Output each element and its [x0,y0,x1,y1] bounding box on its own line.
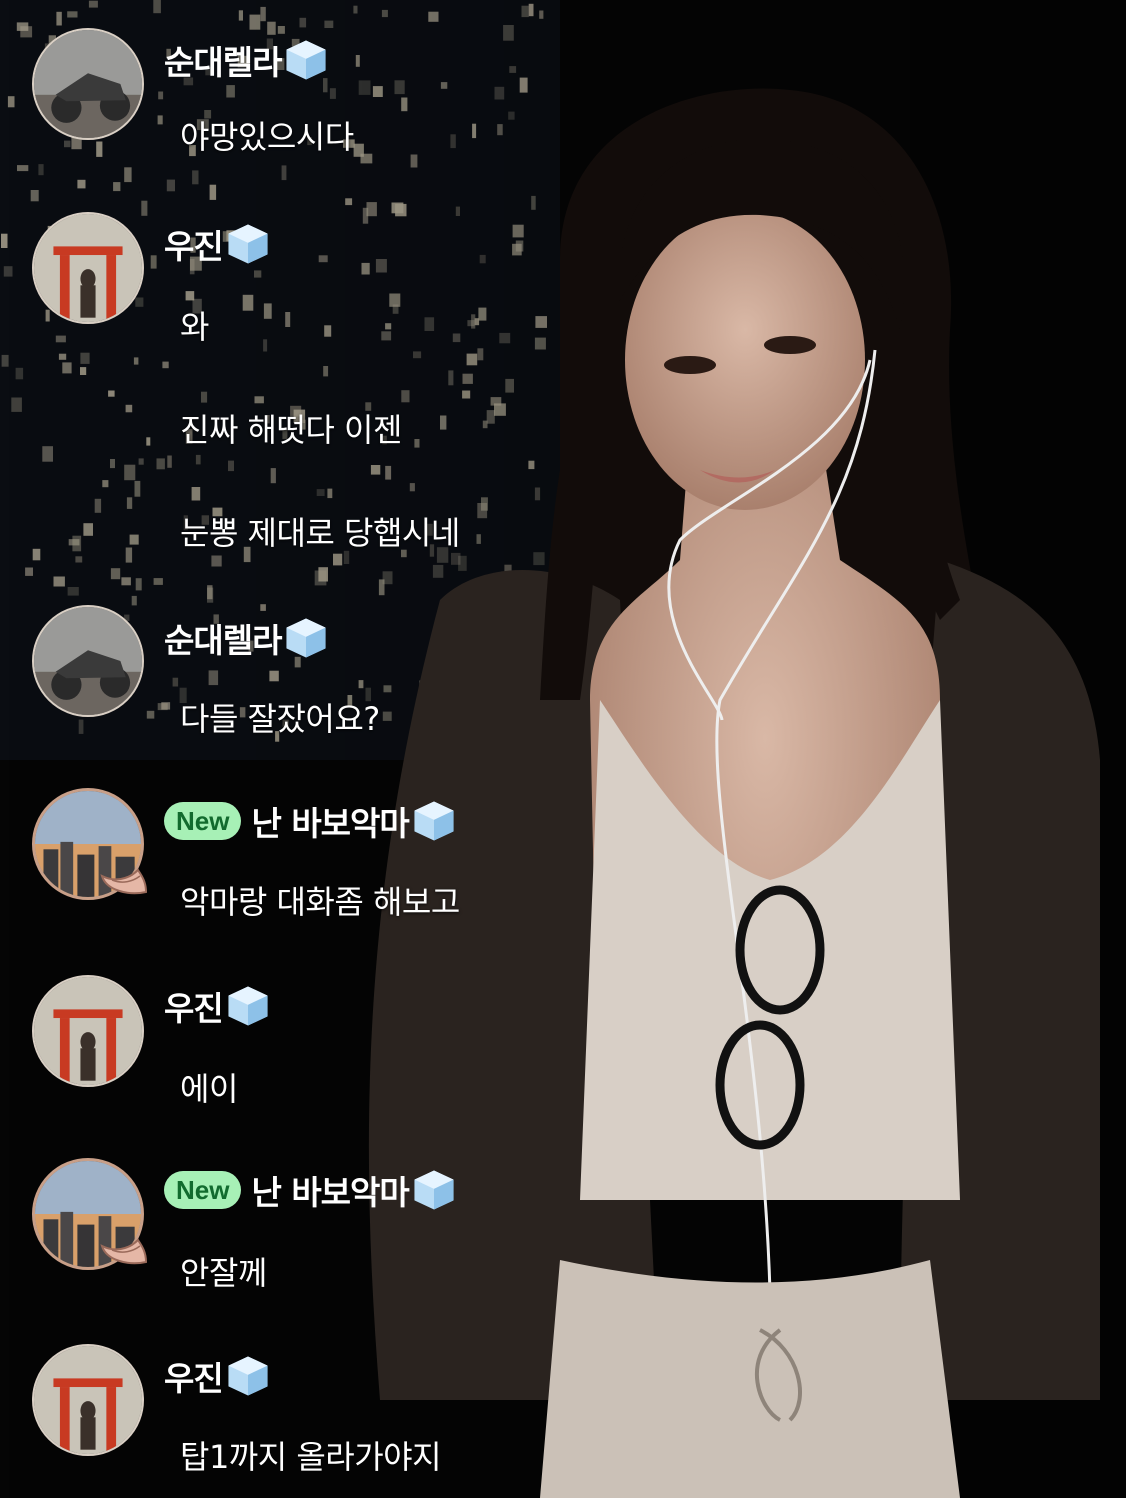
avatar-torii-gate[interactable] [32,1344,144,1456]
ice-cube-icon [228,224,268,264]
username[interactable]: 우진 [164,1352,224,1400]
avatar-motorcycle[interactable] [32,605,144,717]
ice-cube-icon [414,1170,454,1210]
message-text: 탑1까지 올라가야지 [180,1438,442,1476]
chat-feed: 순대렐라 야망있으시다 우진 와 진짜 해떳다 이젠 눈뽕 제대로 당햅시네 순… [0,0,1126,1498]
message-text: 와 [180,308,209,346]
username[interactable]: 순대렐라 [164,614,282,662]
username[interactable]: 우진 [164,220,224,268]
username[interactable]: 난 바보악마 [251,797,409,845]
ice-cube-icon [286,40,327,80]
username-row: 우진 [164,220,271,268]
username[interactable]: 순대렐라 [164,36,282,84]
username-row: New 난 바보악마 [164,797,457,845]
username-row: 순대렐라 [164,36,329,84]
username-row: 우진 [164,1352,271,1400]
new-badge: New [164,1171,242,1209]
message-text: 눈뽕 제대로 당햅시네 [180,514,460,552]
ice-cube-icon [228,1356,268,1396]
username-row: 순대렐라 [164,614,329,662]
message-text: 악마랑 대화좀 해보고 [180,883,460,921]
username-row: 우진 [164,982,271,1030]
message-text: 안잘께 [180,1254,267,1292]
message-text: 에이 [180,1070,238,1108]
ice-cube-icon [228,986,268,1026]
ice-cube-icon [414,801,454,841]
message-text: 진짜 해떳다 이젠 [180,411,402,449]
username[interactable]: 우진 [164,982,224,1030]
username[interactable]: 난 바보악마 [251,1166,409,1214]
avatar-torii-gate[interactable] [32,212,144,324]
avatar-torii-gate[interactable] [32,975,144,1087]
message-text: 다들 잘잤어요? [180,700,380,738]
message-text: 야망있으시다 [180,118,354,156]
wing-icon [100,868,148,895]
wing-icon [100,1238,148,1265]
avatar-motorcycle[interactable] [32,28,144,140]
username-row: New 난 바보악마 [164,1166,457,1214]
new-badge: New [164,802,242,840]
ice-cube-icon [286,618,327,658]
